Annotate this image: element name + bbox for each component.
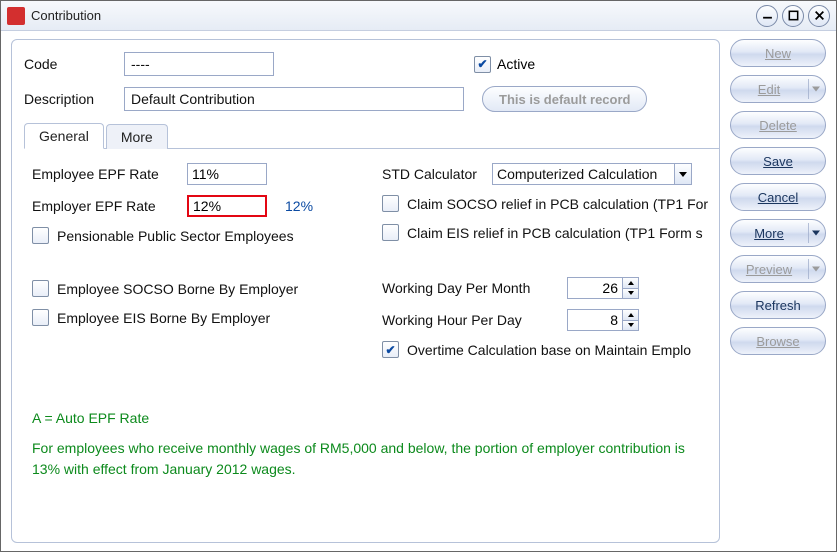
eis-borne-checkbox[interactable] — [32, 309, 49, 326]
working-day-per-month-spinner[interactable] — [567, 277, 639, 299]
more-button[interactable]: More — [730, 219, 826, 247]
chevron-down-icon — [674, 164, 691, 184]
employer-epf-rate-label: Employer EPF Rate — [32, 198, 187, 214]
tab-more[interactable]: More — [106, 124, 168, 149]
std-calculator-label: STD Calculator — [382, 166, 492, 182]
claim-socso-checkbox[interactable] — [382, 195, 399, 212]
pensionable-checkbox[interactable] — [32, 227, 49, 244]
window-title: Contribution — [31, 8, 101, 23]
socso-borne-checkbox[interactable] — [32, 280, 49, 297]
description-label: Description — [24, 91, 124, 107]
app-icon — [7, 7, 25, 25]
socso-borne-label: Employee SOCSO Borne By Employer — [57, 281, 298, 297]
working-day-per-month-input[interactable] — [568, 278, 622, 298]
maximize-icon — [788, 10, 799, 21]
titlebar: Contribution — [1, 1, 836, 31]
claim-eis-label: Claim EIS relief in PCB calculation (TP1… — [407, 225, 703, 241]
edit-button[interactable]: Edit — [730, 75, 826, 103]
note-employer-contribution: For employees who receive monthly wages … — [32, 438, 701, 479]
code-input[interactable] — [124, 52, 274, 76]
std-calculator-select[interactable]: Computerized Calculation — [492, 163, 692, 185]
tab-general[interactable]: General — [24, 123, 104, 149]
tab-general-body: Employee EPF Rate Employer EPF Rate 12% … — [24, 149, 719, 479]
maximize-button[interactable] — [782, 5, 804, 27]
eis-borne-label: Employee EIS Borne By Employer — [57, 310, 270, 326]
active-checkbox[interactable] — [474, 56, 491, 73]
employee-epf-rate-input[interactable] — [187, 163, 267, 185]
std-calculator-value: Computerized Calculation — [497, 166, 657, 182]
delete-button[interactable]: Delete — [730, 111, 826, 139]
working-day-per-month-label: Working Day Per Month — [382, 280, 567, 296]
chevron-down-icon — [812, 231, 820, 236]
cancel-button[interactable]: Cancel — [730, 183, 826, 211]
minimize-icon — [762, 10, 773, 21]
minimize-button[interactable] — [756, 5, 778, 27]
spinner-down-icon[interactable] — [623, 289, 638, 299]
default-record-badge: This is default record — [482, 86, 647, 112]
employer-epf-rate-hint: 12% — [285, 198, 313, 214]
spinner-up-icon[interactable] — [623, 310, 638, 321]
tab-bar: General More — [24, 122, 719, 149]
spinner-down-icon[interactable] — [623, 321, 638, 331]
chevron-down-icon — [812, 267, 820, 272]
claim-socso-label: Claim SOCSO relief in PCB calculation (T… — [407, 196, 708, 212]
main-panel: Code Active Description This is default … — [11, 39, 720, 543]
new-button[interactable]: New — [730, 39, 826, 67]
overtime-calc-label: Overtime Calculation base on Maintain Em… — [407, 342, 691, 358]
chevron-down-icon — [812, 87, 820, 92]
notes: A = Auto EPF Rate For employees who rece… — [32, 408, 719, 479]
refresh-button[interactable]: Refresh — [730, 291, 826, 319]
browse-button[interactable]: Browse — [730, 327, 826, 355]
description-input[interactable] — [124, 87, 464, 111]
working-hour-per-day-label: Working Hour Per Day — [382, 312, 567, 328]
spinner-up-icon[interactable] — [623, 278, 638, 289]
employee-epf-rate-label: Employee EPF Rate — [32, 166, 187, 182]
preview-button[interactable]: Preview — [730, 255, 826, 283]
claim-eis-checkbox[interactable] — [382, 224, 399, 241]
save-button[interactable]: Save — [730, 147, 826, 175]
window-controls — [752, 5, 830, 27]
contribution-window: Contribution Code Active — [0, 0, 837, 552]
active-label: Active — [497, 56, 535, 72]
employer-epf-rate-input[interactable] — [187, 195, 267, 217]
working-hour-per-day-input[interactable] — [568, 310, 622, 330]
code-label: Code — [24, 56, 124, 72]
side-panel: New Edit Delete Save Cancel More Preview… — [726, 31, 836, 551]
working-hour-per-day-spinner[interactable] — [567, 309, 639, 331]
overtime-calc-checkbox[interactable] — [382, 341, 399, 358]
pensionable-label: Pensionable Public Sector Employees — [57, 228, 294, 244]
close-icon — [814, 10, 825, 21]
close-button[interactable] — [808, 5, 830, 27]
note-auto-epf: A = Auto EPF Rate — [32, 408, 701, 428]
